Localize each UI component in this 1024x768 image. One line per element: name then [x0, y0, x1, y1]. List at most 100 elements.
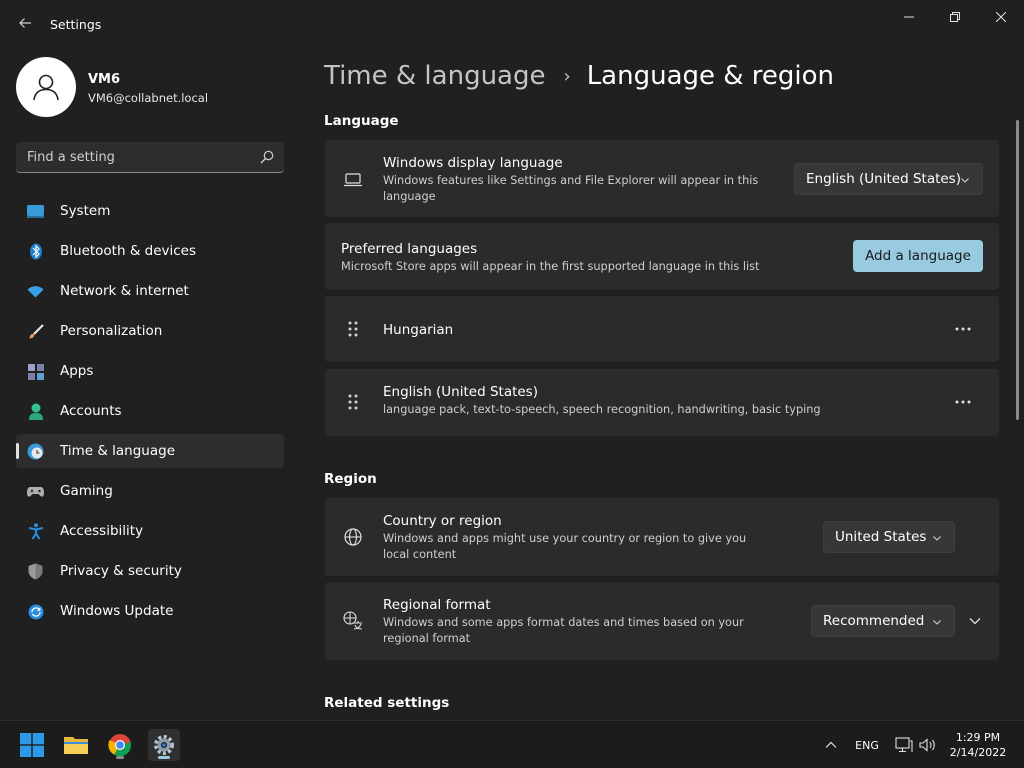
display-language-title: Windows display language	[383, 155, 563, 171]
sidebar-item-label: Network & internet	[60, 283, 189, 299]
more-icon	[955, 327, 971, 331]
sidebar-item-network-internet[interactable]: Network & internet	[16, 274, 284, 308]
network-status-button[interactable]	[893, 721, 915, 768]
brush-icon	[27, 323, 44, 340]
sidebar-item-label: Accounts	[60, 403, 122, 419]
scrollbar[interactable]	[1016, 120, 1019, 420]
active-indicator	[158, 756, 170, 759]
person-icon	[33, 74, 59, 101]
language-section-title: Language	[324, 113, 399, 129]
minimize-button[interactable]	[886, 4, 932, 30]
sidebar-item-personalization[interactable]: Personalization	[16, 314, 284, 348]
settings-gear-icon	[154, 735, 174, 755]
accounts-icon	[27, 403, 44, 420]
gamepad-icon	[27, 483, 44, 500]
breadcrumb-separator: ›	[563, 65, 571, 87]
settings-taskbar-button[interactable]	[148, 729, 180, 761]
chevron-up-icon	[825, 741, 837, 748]
drag-handle-icon[interactable]	[343, 392, 363, 412]
globe-icon	[343, 527, 363, 547]
back-button[interactable]	[12, 10, 38, 36]
sidebar-item-time-language[interactable]: Time & language	[16, 434, 284, 468]
page-title: Language & region	[586, 61, 835, 91]
more-icon	[955, 400, 971, 404]
related-settings-title: Related settings	[324, 695, 450, 711]
search-icon[interactable]	[260, 150, 274, 164]
country-region-dropdown[interactable]: United States	[823, 521, 955, 553]
sidebar-item-label: Privacy & security	[60, 563, 182, 579]
sidebar-item-label: System	[60, 203, 111, 219]
sidebar-item-windows-update[interactable]: Windows Update	[16, 594, 284, 628]
avatar[interactable]	[16, 57, 76, 117]
sidebar-item-bluetooth-devices[interactable]: Bluetooth & devices	[16, 234, 284, 268]
sidebar-item-system[interactable]: System	[16, 194, 284, 228]
chevron-down-icon	[961, 178, 969, 183]
shield-icon	[27, 563, 44, 580]
clock-date: 2/14/2022	[949, 746, 1007, 759]
regional-format-description: Windows and some apps format dates and t…	[383, 616, 744, 645]
sidebar-item-accessibility[interactable]: Accessibility	[16, 514, 284, 548]
folder-icon	[64, 737, 88, 754]
more-options-button[interactable]	[950, 316, 976, 342]
search-input[interactable]	[16, 142, 256, 172]
sidebar-item-label: Gaming	[60, 483, 113, 499]
country-region-description: Windows and apps might use your country …	[383, 532, 747, 561]
regional-format-dropdown[interactable]: Recommended	[811, 605, 955, 637]
back-arrow-icon	[19, 18, 31, 28]
country-region-value: United States	[835, 529, 927, 545]
language-item-hungarian[interactable]: Hungarian	[325, 296, 999, 362]
chrome-icon	[108, 734, 132, 757]
user-name: VM6	[88, 72, 121, 87]
sidebar-item-label: Time & language	[60, 443, 176, 459]
taskbar-clock[interactable]: 1:29 PM 2/14/2022	[946, 730, 1010, 760]
sidebar-item-label: Bluetooth & devices	[60, 243, 197, 259]
chrome-button[interactable]	[104, 729, 136, 761]
drag-handle-icon[interactable]	[343, 319, 363, 339]
system-monitor-icon	[27, 203, 44, 220]
chevron-down-icon	[933, 536, 941, 541]
add-language-button[interactable]: Add a language	[853, 240, 983, 272]
display-language-card: Windows display language Windows feature…	[325, 140, 999, 217]
wifi-icon	[27, 283, 44, 300]
expand-button[interactable]	[963, 611, 987, 631]
more-options-button[interactable]	[950, 389, 976, 415]
start-button[interactable]	[16, 729, 48, 761]
app-title: Settings	[50, 17, 102, 32]
preferred-languages-description: Microsoft Store apps will appear in the …	[341, 260, 760, 273]
breadcrumb-parent[interactable]: Time & language	[324, 61, 545, 91]
sidebar-item-accounts[interactable]: Accounts	[16, 394, 284, 428]
chevron-down-icon	[933, 620, 941, 625]
sidebar-nav: System Bluetooth & devices Network & int…	[16, 194, 284, 634]
search-box[interactable]	[16, 142, 284, 173]
close-button[interactable]	[978, 4, 1024, 30]
display-language-dropdown[interactable]: English (United States)	[794, 163, 983, 195]
user-email: VM6@collabnet.local	[88, 91, 209, 105]
sidebar-item-label: Personalization	[60, 323, 163, 339]
sidebar-item-gaming[interactable]: Gaming	[16, 474, 284, 508]
show-hidden-icons-button[interactable]	[820, 721, 842, 768]
regional-format-value: Recommended	[823, 613, 925, 629]
regional-format-card[interactable]: Regional format Windows and some apps fo…	[325, 582, 999, 660]
accessibility-icon	[27, 523, 44, 540]
speaker-icon	[919, 738, 935, 752]
language-name: English (United States)	[383, 384, 538, 400]
country-region-title: Country or region	[383, 513, 502, 529]
sidebar-item-label: Apps	[60, 363, 94, 379]
windows-start-icon	[20, 733, 44, 757]
input-language-indicator[interactable]: ENG	[852, 721, 882, 768]
regional-format-title: Regional format	[383, 597, 491, 613]
display-language-value: English (United States)	[806, 171, 961, 187]
sidebar-item-apps[interactable]: Apps	[16, 354, 284, 388]
volume-button[interactable]	[917, 721, 939, 768]
minimize-icon	[904, 16, 914, 18]
chevron-down-icon	[969, 618, 981, 625]
title-bar: Settings	[0, 0, 1024, 48]
regional-format-icon	[343, 611, 363, 631]
preferred-languages-card: Preferred languages Microsoft Store apps…	[325, 223, 999, 290]
restore-button[interactable]	[932, 4, 978, 30]
language-item-english-us[interactable]: English (United States) language pack, t…	[325, 369, 999, 436]
sidebar-item-privacy-security[interactable]: Privacy & security	[16, 554, 284, 588]
language-name: Hungarian	[383, 322, 454, 338]
file-explorer-button[interactable]	[60, 729, 92, 761]
region-section-title: Region	[324, 471, 377, 487]
